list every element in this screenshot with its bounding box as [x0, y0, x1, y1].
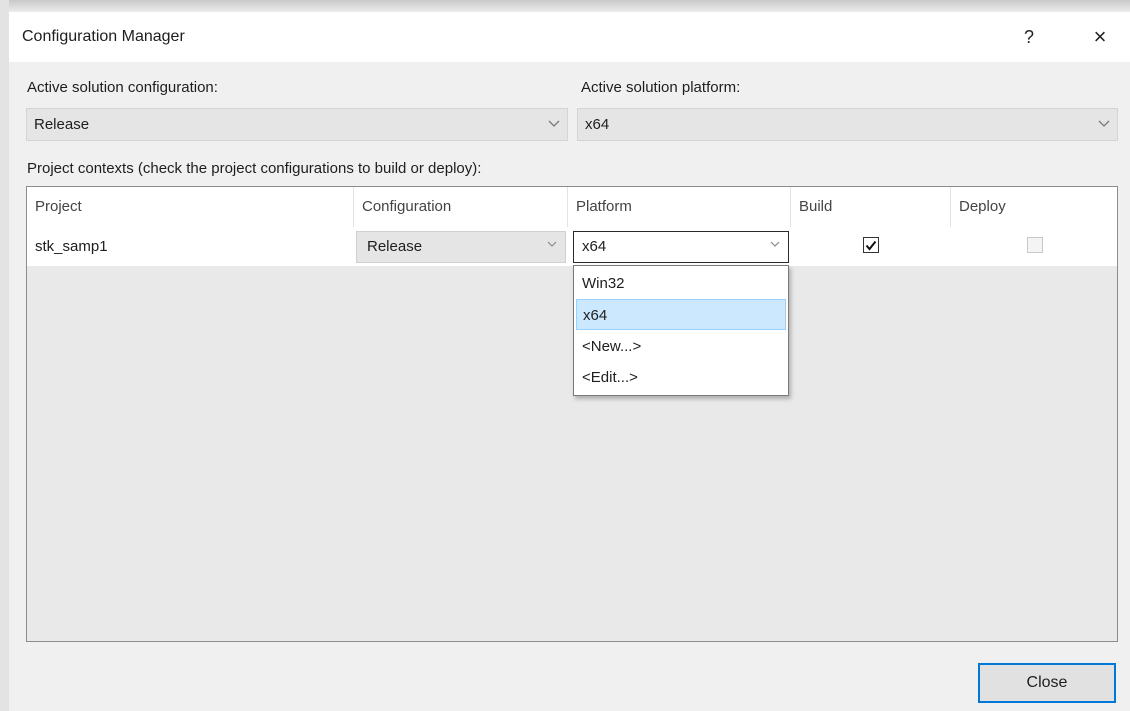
row-configuration-select[interactable]: Release	[356, 231, 566, 263]
chevron-down-icon	[547, 239, 557, 251]
project-contexts-label: Project contexts (check the project conf…	[27, 160, 482, 177]
chevron-down-icon	[1097, 115, 1111, 133]
window-edge	[0, 0, 9, 711]
deploy-checkbox	[1027, 237, 1043, 253]
dropdown-item-new[interactable]: <New...>	[576, 331, 786, 362]
column-header-project[interactable]: Project	[27, 187, 354, 227]
background-strip	[0, 0, 1130, 12]
solution-config-select[interactable]: Release	[26, 108, 568, 141]
chevron-down-icon	[547, 115, 561, 133]
close-button[interactable]: Close	[978, 663, 1116, 703]
platform-dropdown-list: Win32 x64 <New...> <Edit...>	[573, 265, 789, 396]
row-platform-select[interactable]: x64	[573, 231, 789, 263]
configuration-manager-dialog: Configuration Manager ? × Active solutio…	[0, 0, 1130, 711]
dropdown-item-win32[interactable]: Win32	[576, 268, 786, 299]
title-bar: Configuration Manager ? ×	[9, 12, 1130, 62]
help-icon: ?	[1023, 26, 1034, 47]
solution-platform-select[interactable]: x64	[577, 108, 1118, 141]
solution-config-value: Release	[34, 116, 90, 133]
table-row[interactable]: stk_samp1 Release x64	[27, 227, 1117, 266]
dropdown-item-x64[interactable]: x64	[576, 299, 786, 330]
project-contexts-grid: Project Configuration Platform Build Dep…	[26, 186, 1118, 642]
solution-platform-value: x64	[585, 116, 610, 133]
solution-platform-label: Active solution platform:	[581, 79, 741, 96]
dropdown-item-edit[interactable]: <Edit...>	[576, 362, 786, 393]
checkmark-icon	[865, 240, 877, 251]
close-window-button[interactable]: ×	[1080, 20, 1120, 54]
close-icon: ×	[1093, 24, 1107, 49]
column-header-platform[interactable]: Platform	[568, 187, 791, 227]
dialog-title: Configuration Manager	[22, 28, 185, 45]
build-checkbox[interactable]	[863, 237, 879, 253]
project-name-cell: stk_samp1	[35, 238, 108, 255]
row-configuration-value: Release	[367, 238, 423, 255]
column-header-configuration[interactable]: Configuration	[354, 187, 568, 227]
column-header-build[interactable]: Build	[791, 187, 951, 227]
solution-config-label: Active solution configuration:	[27, 79, 218, 96]
column-header-deploy[interactable]: Deploy	[951, 187, 1117, 227]
row-platform-value: x64	[582, 238, 607, 255]
grid-header: Project Configuration Platform Build Dep…	[27, 187, 1117, 228]
chevron-down-icon	[770, 239, 780, 251]
help-button[interactable]: ?	[1009, 20, 1049, 54]
